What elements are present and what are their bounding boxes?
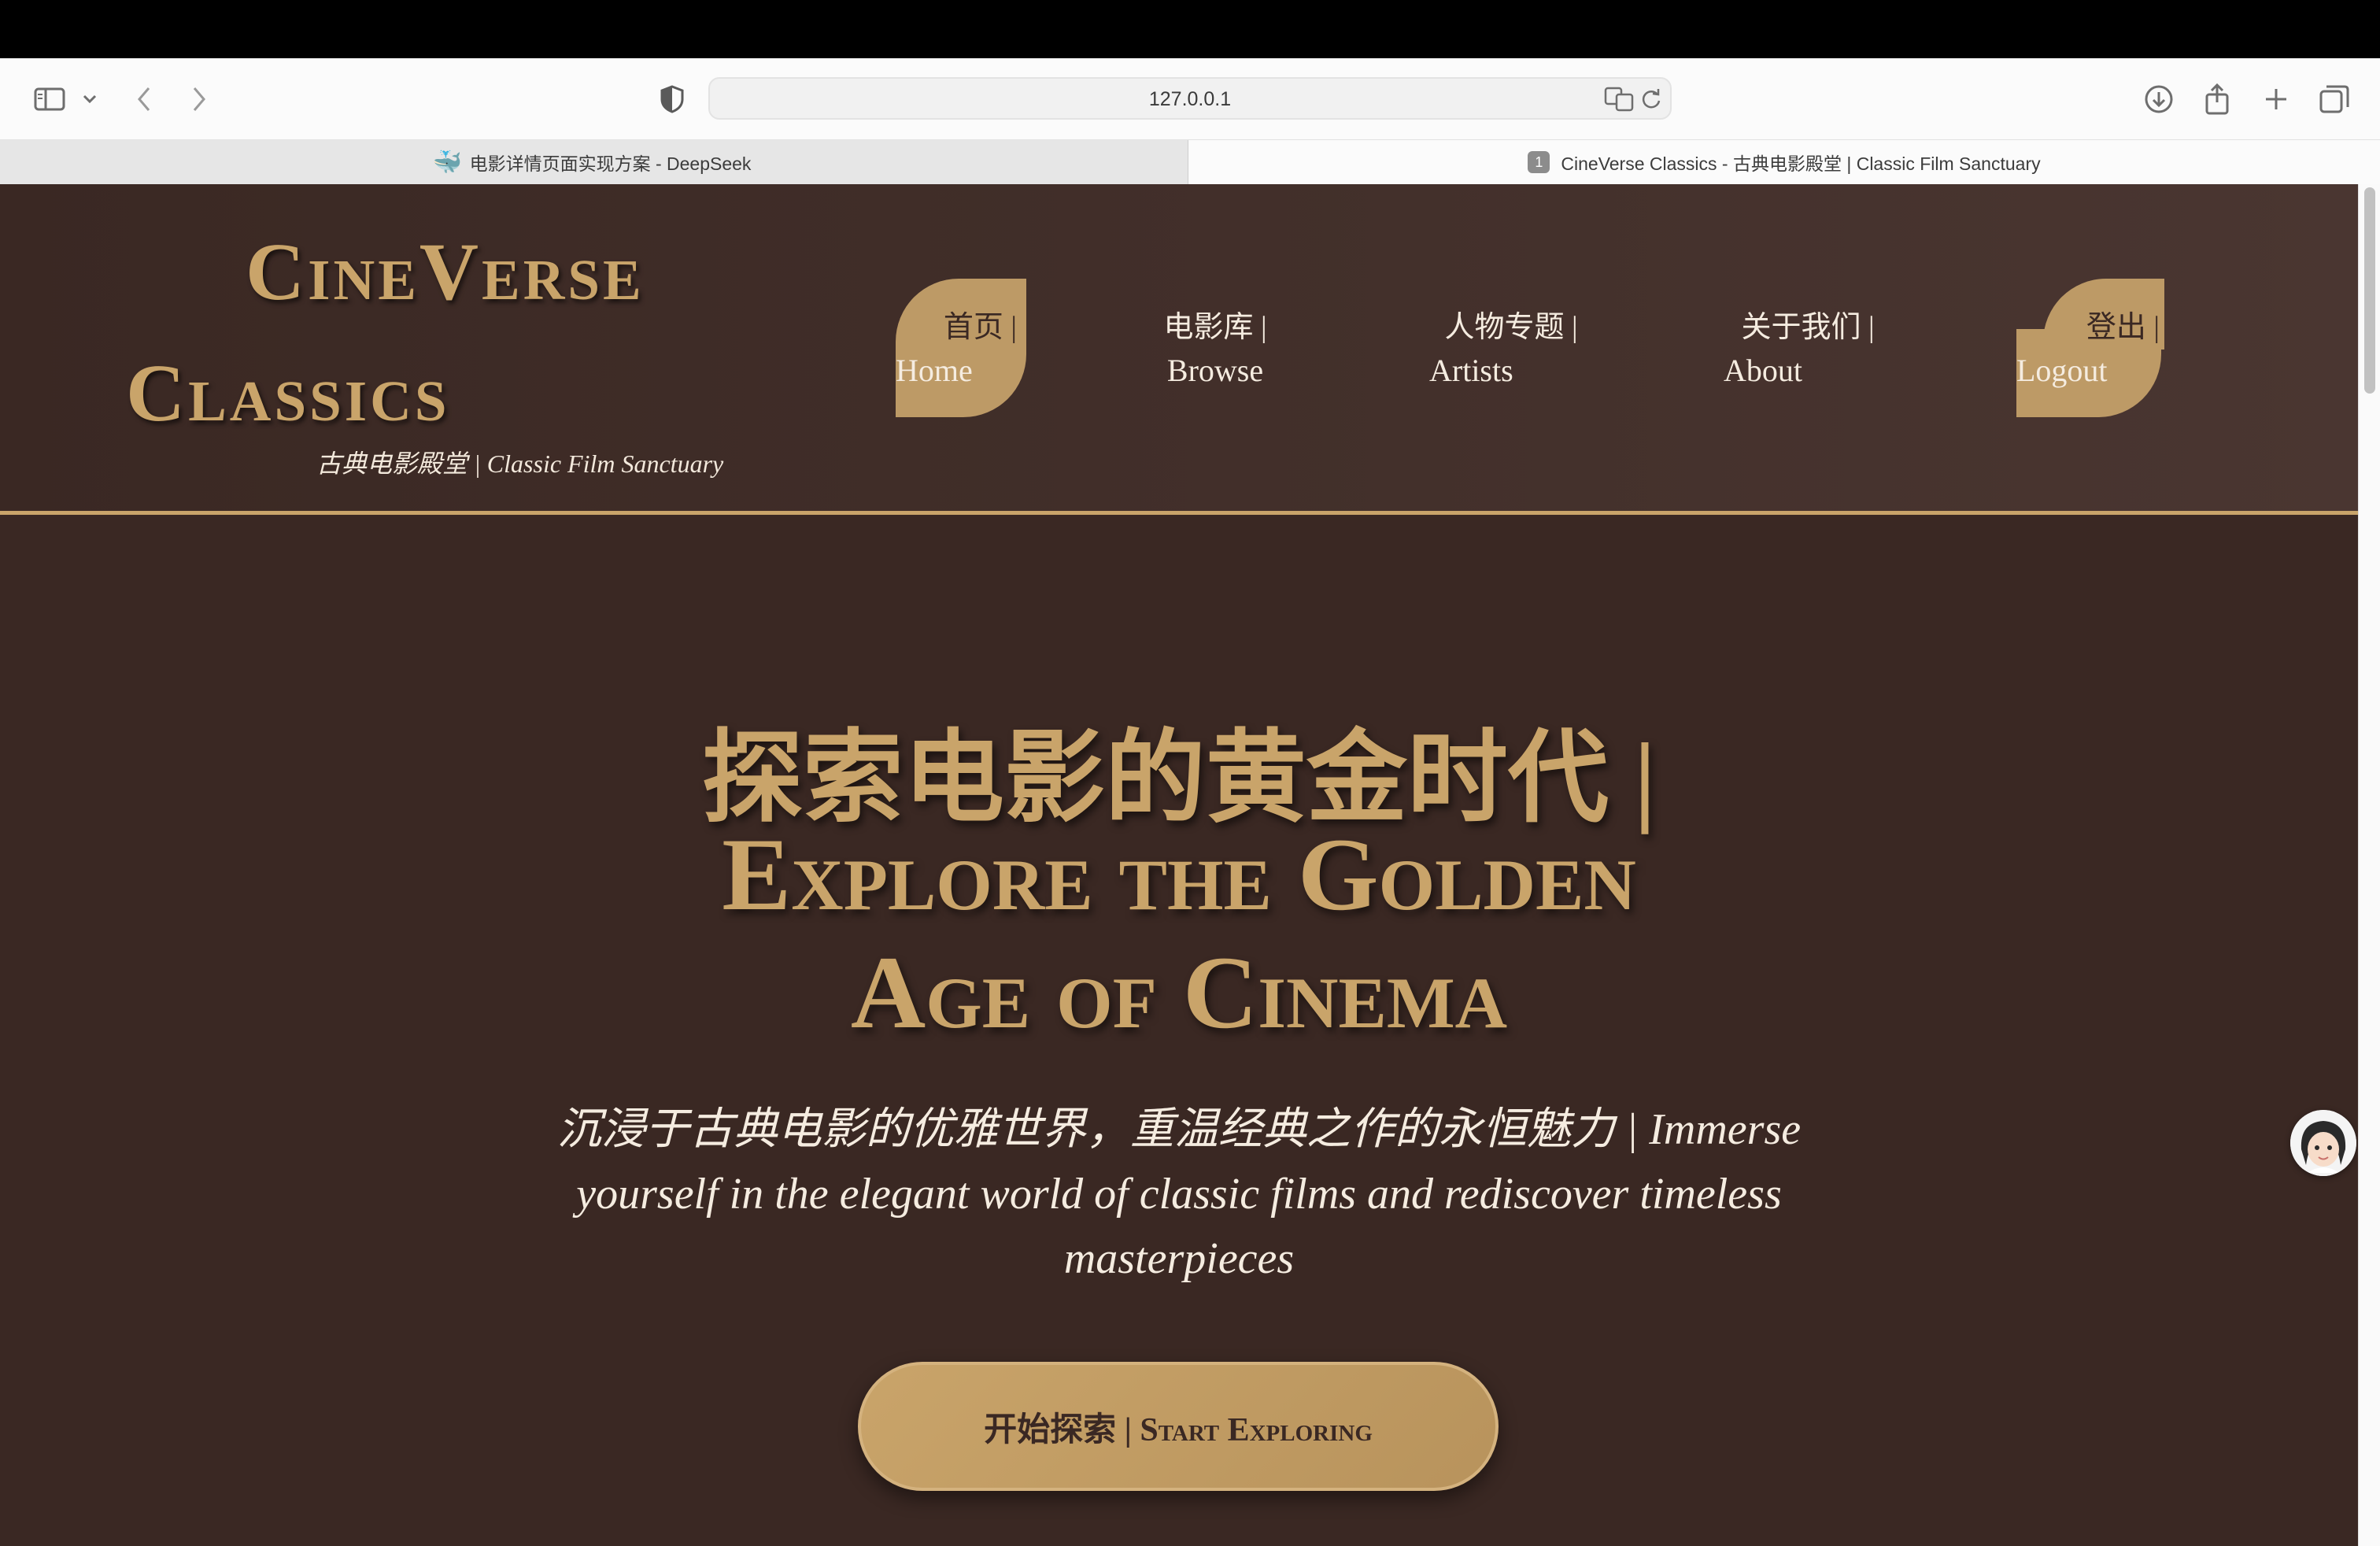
site-header: CineVerse Classics 古典电影殿堂 | Classic Film… [0,184,2358,515]
os-menu-bar [0,0,2380,58]
nav-home-zh: 首页 | [943,311,1017,344]
nav-logout[interactable]: 登出 | Logout [2016,302,2166,389]
reload-icon[interactable] [1640,88,1662,114]
new-tab-icon[interactable] [2260,82,2292,117]
hero-subtitle: 沉浸于古典电影的优雅世界，重温经典之作的永恒魅力 | Immerse yours… [556,1105,1802,1283]
nav-browse-en: Browse [1166,353,1264,388]
nav-about-en: About [1724,353,1802,388]
tab-favicon: 1 [1528,151,1550,173]
page-scrollbar[interactable] [2358,184,2380,1546]
logo-line-2[interactable]: Classics [126,346,449,440]
assistant-avatar-icon[interactable] [2290,1110,2356,1176]
tab-overview-icon[interactable] [2317,82,2352,117]
nav-artists-en: Artists [1429,353,1513,388]
chevron-down-icon[interactable] [79,82,101,117]
deepseek-whale-icon: 🐳 [432,149,463,176]
back-icon[interactable] [131,82,157,117]
address-text: 127.0.0.1 [1148,88,1232,110]
nav-logout-zh: 登出 | [2086,311,2160,344]
browser-toolbar: 127.0.0.1 [0,58,2380,140]
page-viewport: CineVerse Classics 古典电影殿堂 | Classic Film… [0,184,2380,1546]
hero-title-en-line1: Explore the Golden [722,816,1636,932]
site-tagline: 古典电影殿堂 | Classic Film Sanctuary [316,449,724,478]
logo-line-1[interactable]: CineVerse [246,225,645,319]
sidebar-toggle-icon[interactable] [30,82,69,117]
tab-cineverse[interactable]: 1 CineVerse Classics - 古典电影殿堂 | Classic … [1188,140,2380,184]
hero-title-en-line2: Age of Cinema [850,934,1508,1050]
address-bar[interactable]: 127.0.0.1 [708,77,1672,120]
share-icon[interactable] [2201,82,2234,117]
nav-browse-zh: 电影库 | [1163,311,1267,344]
tab-label: CineVerse Classics - 古典电影殿堂 | Classic Fi… [1561,153,2041,174]
privacy-shield-icon[interactable] [656,82,688,117]
tab-label: 电影详情页面实现方案 - DeepSeek [469,153,752,174]
nav-home-en: Home [896,353,973,388]
nav-home[interactable]: 首页 | Home [896,302,1022,389]
download-icon[interactable] [2142,82,2175,117]
start-exploring-button[interactable]: 开始探索 | Start Exploring [858,1362,1499,1491]
nav-about[interactable]: 关于我们 | About [1702,302,1914,389]
nav-logout-en: Logout [2016,353,2108,388]
scrollbar-thumb[interactable] [2364,187,2375,394]
translate-icon[interactable] [1604,87,1634,116]
nav-artists[interactable]: 人物专题 | Artists [1409,302,1613,389]
nav-artists-zh: 人物专题 | [1444,311,1578,344]
tab-bar: 🐳 电影详情页面实现方案 - DeepSeek 1 CineVerse Clas… [0,140,2380,184]
forward-icon[interactable] [186,82,213,117]
nav-about-zh: 关于我们 | [1741,311,1875,344]
tab-deepseek[interactable]: 🐳 电影详情页面实现方案 - DeepSeek [0,140,1188,184]
nav-browse[interactable]: 电影库 | Browse [1136,302,1294,389]
